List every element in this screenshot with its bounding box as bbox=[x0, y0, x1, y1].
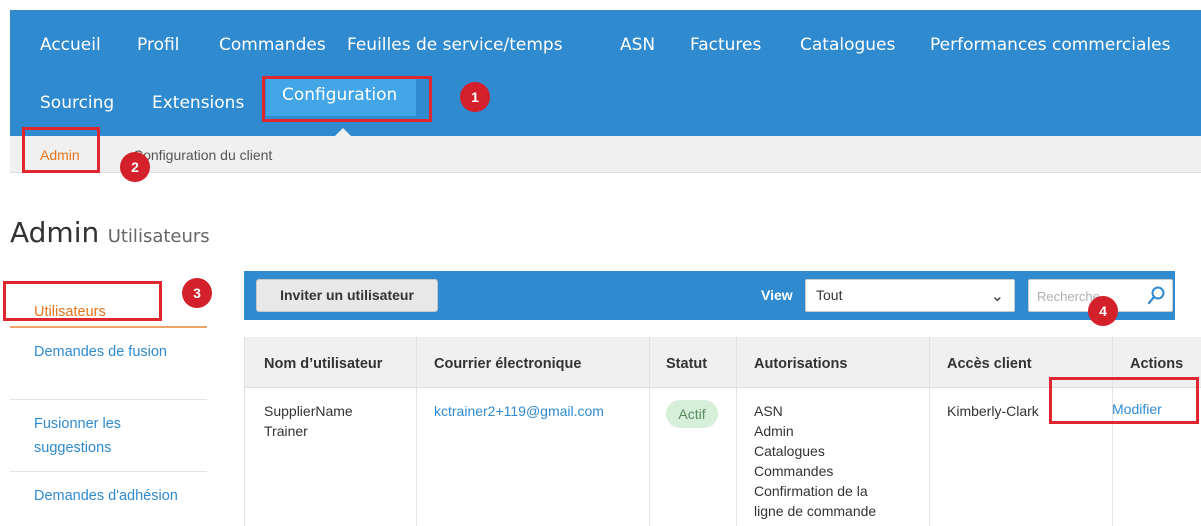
nav-factures[interactable]: Factures bbox=[690, 35, 761, 55]
cell-email-link[interactable]: kctrainer2+119@gmail.com bbox=[434, 401, 604, 421]
modify-link[interactable]: Modifier bbox=[1112, 401, 1162, 417]
column-header-statut[interactable]: Statut bbox=[666, 356, 707, 372]
nav-feuilles-de-service[interactable]: Feuilles de service/temps bbox=[347, 35, 563, 55]
chevron-down-icon: ⌄ bbox=[990, 288, 1004, 305]
column-header-actions: Actions bbox=[1130, 356, 1184, 372]
nav-catalogues[interactable]: Catalogues bbox=[800, 35, 895, 55]
subnav-configuration-du-client[interactable]: Configuration du client bbox=[133, 147, 272, 163]
page-title: Admin Utilisateurs bbox=[10, 216, 210, 249]
annotation-badge-2: 2 bbox=[120, 152, 150, 182]
view-select-value: Tout bbox=[816, 287, 843, 303]
nav-sourcing[interactable]: Sourcing bbox=[40, 93, 114, 113]
top-navigation: Accueil Profil Commandes Feuilles de ser… bbox=[10, 10, 1201, 136]
search-icon[interactable] bbox=[1146, 285, 1166, 307]
nav-commandes[interactable]: Commandes bbox=[219, 35, 326, 55]
invite-user-button[interactable]: Inviter un utilisateur bbox=[256, 279, 438, 312]
sidebar-item-utilisateurs[interactable]: Utilisateurs bbox=[10, 285, 207, 328]
cell-client-access: Kimberly-Clark bbox=[947, 403, 1039, 419]
column-header-courrier[interactable]: Courrier électronique bbox=[434, 356, 581, 372]
nav-accueil[interactable]: Accueil bbox=[40, 35, 101, 55]
annotation-badge-3: 3 bbox=[182, 278, 212, 308]
users-table: Nom d’utilisateur Courrier électronique … bbox=[244, 337, 1201, 526]
column-header-acces-client[interactable]: Accès client bbox=[947, 356, 1032, 372]
nav-configuration-label: Configuration bbox=[282, 85, 398, 105]
nav-extensions[interactable]: Extensions bbox=[152, 93, 244, 113]
page-title-sub: Utilisateurs bbox=[107, 226, 210, 247]
annotation-badge-1: 1 bbox=[460, 82, 490, 112]
view-select[interactable]: Tout ⌄ bbox=[805, 279, 1015, 312]
side-menu: Utilisateurs Demandes de fusion Fusionne… bbox=[10, 285, 207, 526]
nav-profil[interactable]: Profil bbox=[137, 35, 179, 55]
sidebar-item-demandes-de-fusion[interactable]: Demandes de fusion bbox=[10, 328, 207, 400]
nav-asn[interactable]: ASN bbox=[620, 35, 655, 55]
table-header bbox=[244, 337, 1201, 388]
subnav-admin[interactable]: Admin bbox=[40, 147, 80, 163]
sidebar-item-demandes-adhesion[interactable]: Demandes d'adhésion bbox=[10, 472, 207, 526]
view-label: View bbox=[761, 287, 793, 303]
sub-navigation: Admin Configuration du client bbox=[10, 136, 1201, 173]
users-toolbar: Inviter un utilisateur View Tout ⌄ bbox=[244, 271, 1175, 320]
column-header-nom[interactable]: Nom d’utilisateur bbox=[264, 356, 382, 372]
nav-performances-commerciales[interactable]: Performances commerciales bbox=[930, 35, 1170, 55]
page-title-main: Admin bbox=[10, 216, 100, 249]
column-header-autorisations[interactable]: Autorisations bbox=[754, 356, 847, 372]
sidebar-item-fusionner-les-suggestions[interactable]: Fusionner les suggestions bbox=[10, 400, 207, 472]
cell-username: SupplierName Trainer bbox=[264, 403, 353, 439]
cell-permissions: ASN Admin Catalogues Commandes Confirmat… bbox=[754, 403, 877, 519]
status-badge: Actif bbox=[666, 400, 718, 428]
nav-configuration-tab[interactable]: Configuration bbox=[266, 76, 416, 116]
annotation-badge-4: 4 bbox=[1088, 296, 1118, 326]
